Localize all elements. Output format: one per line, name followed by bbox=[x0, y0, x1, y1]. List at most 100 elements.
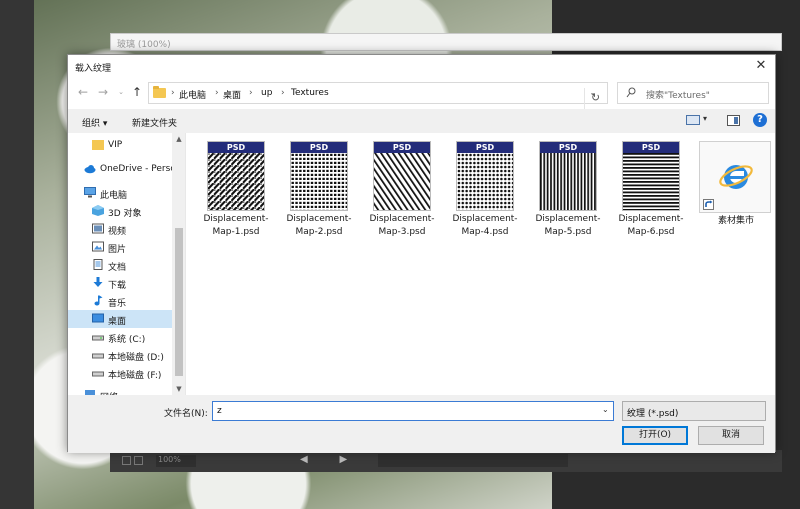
sidebar-item-label: OneDrive - Perso bbox=[100, 164, 176, 174]
filetype-select[interactable]: 纹理 (*.psd) ⌄ bbox=[622, 401, 766, 421]
sidebar-item-pictures[interactable]: 图片 bbox=[68, 238, 172, 256]
file-name: Displacement- Map-4.psd bbox=[452, 214, 518, 237]
cancel-button[interactable]: 取消 bbox=[698, 426, 764, 445]
vertical-lines-pattern-icon bbox=[540, 153, 596, 210]
search-icon bbox=[626, 87, 636, 98]
sidebar-item-network[interactable]: 网络 bbox=[68, 386, 172, 395]
sidebar-item-documents[interactable]: 文档 bbox=[68, 256, 172, 274]
breadcrumb-up[interactable]: up bbox=[261, 88, 272, 98]
close-button[interactable]: ✕ bbox=[751, 57, 771, 75]
sidebar-item-onedrive[interactable]: OneDrive - Perso bbox=[68, 160, 176, 178]
cloud-icon bbox=[84, 165, 96, 174]
breadcrumb-desktop[interactable]: 桌面 bbox=[223, 88, 241, 101]
scroll-down-icon[interactable]: ▼ bbox=[172, 383, 185, 395]
psd-thumbnail: PSD bbox=[456, 141, 514, 211]
back-arrow-icon[interactable]: ← bbox=[76, 84, 90, 100]
sidebar-item-label: 下载 bbox=[108, 281, 127, 291]
open-button[interactable]: 打开(O) bbox=[622, 426, 688, 445]
psd-thumbnail: PSD bbox=[373, 141, 431, 211]
sidebar-item-label: 本地磁盘 (D:) bbox=[108, 353, 164, 363]
chevron-down-icon: ⌄ bbox=[627, 406, 634, 415]
shortcut-arrow-icon bbox=[703, 199, 714, 210]
file-name: Displacement- Map-6.psd bbox=[618, 214, 684, 237]
sidebar-item-drive-d[interactable]: 本地磁盘 (D:) bbox=[68, 346, 172, 364]
psd-thumbnail: PSD bbox=[622, 141, 680, 211]
shortcut-thumbnail bbox=[699, 141, 771, 213]
filename-label: 文件名(N): bbox=[164, 409, 208, 419]
3d-objects-icon bbox=[92, 205, 104, 216]
psd-thumbnail: PSD bbox=[290, 141, 348, 211]
sidebar-item-3d-objects[interactable]: 3D 对象 bbox=[68, 202, 172, 220]
sidebar-item-drive-f[interactable]: 本地磁盘 (F:) bbox=[68, 364, 172, 382]
file-item-map-6[interactable]: PSD Displacement- Map-6.psd bbox=[611, 141, 691, 241]
new-folder-button[interactable]: 新建文件夹 bbox=[132, 116, 177, 129]
sidebar-item-label: 系统 (C:) bbox=[108, 335, 146, 345]
file-name: Displacement- Map-2.psd bbox=[286, 214, 352, 237]
file-item-shortcut[interactable]: 素材集市 bbox=[692, 141, 772, 241]
search-input[interactable]: 搜索"Textures" bbox=[617, 82, 769, 104]
breadcrumb-this-pc[interactable]: 此电脑 bbox=[179, 88, 206, 101]
diagonal-weave-pattern-icon bbox=[208, 153, 264, 210]
scroll-thumb[interactable] bbox=[175, 228, 183, 376]
filename-input[interactable] bbox=[212, 401, 614, 421]
psd-thumbnail: PSD bbox=[539, 141, 597, 211]
file-name: Displacement- Map-3.psd bbox=[369, 214, 435, 237]
file-list: PSD Displacement- Map-1.psd PSD Displacem… bbox=[186, 133, 775, 395]
up-arrow-icon[interactable]: ↑ bbox=[130, 84, 144, 100]
view-options-icon[interactable] bbox=[686, 115, 700, 125]
document-tab: 玻璃 (100%) bbox=[110, 33, 782, 51]
sidebar-item-label: VIP bbox=[108, 140, 123, 150]
workspace-left-panel bbox=[0, 0, 34, 509]
download-icon bbox=[93, 277, 103, 287]
psd-badge: PSD bbox=[208, 142, 264, 153]
folder-icon bbox=[153, 86, 166, 98]
file-item-map-1[interactable]: PSD Displacement- Map-1.psd bbox=[196, 141, 276, 241]
psd-badge: PSD bbox=[540, 142, 596, 153]
file-item-map-2[interactable]: PSD Displacement- Map-2.psd bbox=[279, 141, 359, 241]
forward-arrow-icon[interactable]: → bbox=[96, 84, 110, 100]
sidebar-item-this-pc[interactable]: 此电脑 bbox=[68, 184, 172, 202]
sidebar-item-label: 音乐 bbox=[108, 299, 127, 309]
file-name: Displacement- Map-1.psd bbox=[203, 214, 269, 237]
zoom-field: 100% bbox=[156, 455, 196, 467]
psd-badge: PSD bbox=[374, 142, 430, 153]
sidebar-scrollbar[interactable]: ▲ ▼ bbox=[172, 133, 185, 395]
navigation-pane: VIP OneDrive - Perso 此电脑 3D 对象 视频 图片 文档 bbox=[68, 133, 186, 395]
organize-button[interactable]: 组织 ▾ bbox=[82, 116, 107, 129]
drive-icon bbox=[92, 371, 104, 377]
sidebar-item-music[interactable]: 音乐 bbox=[68, 292, 172, 310]
sidebar-item-videos[interactable]: 视频 bbox=[68, 220, 172, 238]
status-bar: 100% ◀ ▶ bbox=[110, 450, 782, 472]
filename-dropdown-icon[interactable]: ⌄ bbox=[602, 405, 609, 414]
recent-dropdown-icon[interactable]: ⌄ bbox=[114, 84, 128, 100]
status-square-icon bbox=[122, 456, 131, 465]
sidebar-item-label: 桌面 bbox=[108, 317, 127, 327]
sidebar-item-label: 3D 对象 bbox=[108, 209, 142, 219]
drive-icon bbox=[92, 353, 104, 359]
sidebar-item-downloads[interactable]: 下载 bbox=[68, 274, 172, 292]
sidebar-item-label: 此电脑 bbox=[100, 191, 128, 201]
sidebar-item-desktop[interactable]: 桌面 bbox=[68, 310, 172, 328]
address-dropdown-icon[interactable]: ⌄ bbox=[586, 82, 600, 104]
dots-pattern-icon bbox=[291, 153, 347, 210]
scroll-up-icon[interactable]: ▲ bbox=[172, 133, 185, 145]
file-item-map-4[interactable]: PSD Displacement- Map-4.psd bbox=[445, 141, 525, 241]
psd-thumbnail: PSD bbox=[207, 141, 265, 211]
file-item-map-3[interactable]: PSD Displacement- Map-3.psd bbox=[362, 141, 442, 241]
breadcrumb-separator: › bbox=[171, 88, 175, 98]
address-bar[interactable]: › 此电脑 › 桌面 › up › Textures ↻ bbox=[148, 82, 608, 110]
preview-pane-icon[interactable] bbox=[727, 115, 740, 126]
sidebar-item-vip[interactable]: VIP bbox=[68, 136, 172, 154]
breadcrumb-separator: › bbox=[249, 88, 253, 98]
file-name: 素材集市 bbox=[717, 216, 754, 226]
help-icon[interactable]: ? bbox=[753, 113, 767, 127]
breadcrumb-textures[interactable]: Textures bbox=[291, 88, 329, 98]
frame-nav: ◀ ▶ bbox=[300, 454, 348, 465]
file-item-map-5[interactable]: PSD Displacement- Map-5.psd bbox=[528, 141, 608, 241]
sidebar-item-drive-c[interactable]: 系统 (C:) bbox=[68, 328, 172, 346]
music-icon bbox=[94, 295, 103, 306]
grid-dots-pattern-icon bbox=[457, 153, 513, 210]
view-dropdown-icon[interactable]: ▾ bbox=[703, 114, 707, 123]
load-texture-dialog: 载入纹理 ✕ ← → ⌄ ↑ › 此电脑 › 桌面 › up › Texture… bbox=[67, 54, 776, 453]
search-placeholder: 搜索"Textures" bbox=[646, 91, 710, 101]
